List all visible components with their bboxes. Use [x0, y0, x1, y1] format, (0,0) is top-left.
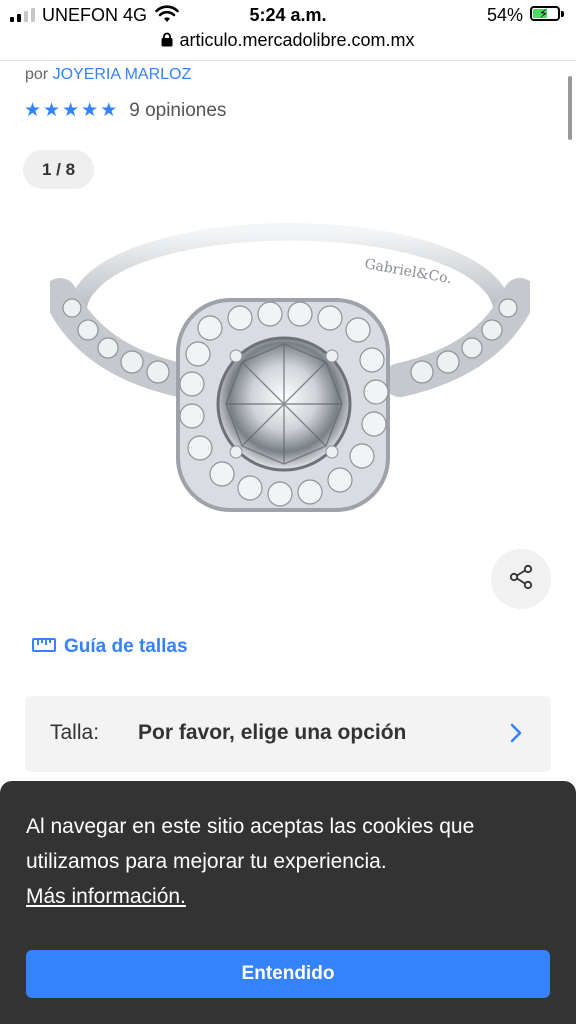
divider [0, 60, 576, 61]
seller-link[interactable]: JOYERIA MARLOZ [53, 66, 192, 83]
size-guide-link[interactable]: Guía de tallas [32, 636, 188, 658]
star-icon: ★ [43, 100, 61, 121]
lock-icon [161, 31, 173, 52]
ruler-icon [32, 636, 56, 658]
size-selector[interactable]: Talla: Por favor, elige una opción [25, 696, 551, 772]
share-button[interactable] [491, 549, 551, 609]
star-icon: ★ [24, 100, 42, 121]
star-icon: ★ [100, 100, 118, 121]
image-counter: 1 / 8 [23, 150, 94, 189]
size-guide-label: Guía de tallas [64, 636, 188, 657]
seller-line: por JOYERIA MARLOZ [25, 66, 191, 84]
seller-prefix: por [25, 66, 49, 83]
cookie-banner: Al navegar en este sitio aceptas las coo… [0, 781, 576, 1024]
more-info-link[interactable]: Más información. [26, 879, 186, 914]
chevron-right-icon [509, 722, 523, 749]
accept-cookies-button[interactable]: Entendido [26, 950, 550, 998]
star-icon: ★ [62, 100, 80, 121]
battery-percent: 54% [487, 5, 524, 25]
rating-stars: ★ ★ ★ ★ ★ [24, 100, 117, 122]
rating[interactable]: ★ ★ ★ ★ ★ 9 opiniones [24, 100, 226, 122]
product-image[interactable]: Gabriel&Co. [43, 210, 537, 550]
size-label: Talla: [50, 721, 100, 744]
battery-charging-icon: ⚡ [530, 6, 560, 21]
address-bar[interactable]: articulo.mercadolibre.com.mx [0, 30, 576, 60]
star-icon: ★ [81, 100, 99, 121]
size-value: Por favor, elige una opción [138, 721, 407, 744]
cookie-message: Al navegar en este sitio aceptas las coo… [26, 815, 475, 873]
opinions-count: 9 opiniones [129, 100, 227, 121]
share-icon [508, 564, 534, 595]
scrollbar[interactable] [568, 76, 572, 140]
url-text: articulo.mercadolibre.com.mx [179, 30, 415, 50]
status-bar: UNEFON 4G 5:24 a.m. 54% ⚡ [0, 0, 576, 30]
